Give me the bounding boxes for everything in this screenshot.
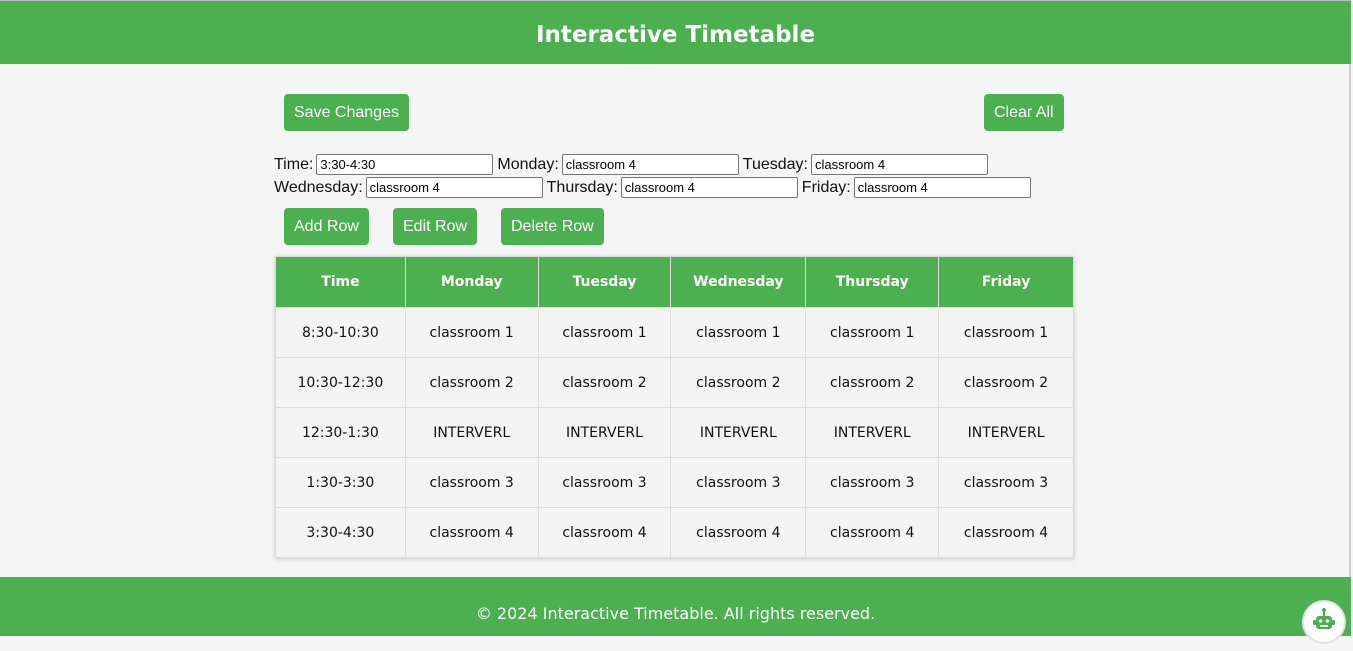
- wednesday-label: Wednesday:: [274, 179, 363, 196]
- table-cell: 8:30-10:30: [275, 307, 406, 358]
- tuesday-label: Tuesday:: [742, 156, 808, 173]
- time-input[interactable]: [316, 154, 494, 175]
- page-footer: © 2024 Interactive Timetable. All rights…: [0, 577, 1351, 636]
- time-label: Time:: [274, 156, 314, 173]
- entry-form-row-2: Wednesday: Thursday: Friday:: [274, 177, 1035, 198]
- table-cell: classroom 2: [938, 357, 1074, 408]
- monday-input[interactable]: [561, 154, 739, 175]
- table-cell: INTERVERL: [670, 407, 807, 458]
- wednesday-input[interactable]: [365, 177, 543, 198]
- column-header-wednesday: Wednesday: [670, 256, 807, 308]
- clear-all-button[interactable]: Clear All: [984, 94, 1064, 131]
- table-cell: classroom 1: [404, 307, 539, 358]
- tuesday-input[interactable]: [811, 154, 988, 175]
- friday-input[interactable]: [853, 177, 1031, 198]
- table-cell: INTERVERL: [938, 407, 1074, 458]
- table-cell: INTERVERL: [805, 407, 940, 458]
- table-cell: classroom 4: [938, 507, 1074, 558]
- table-cell: classroom 4: [404, 507, 539, 558]
- save-changes-button[interactable]: Save Changes: [284, 94, 409, 131]
- table-cell: classroom 2: [670, 357, 807, 408]
- table-cell: classroom 4: [805, 507, 940, 558]
- column-header-tuesday: Tuesday: [537, 256, 672, 308]
- table-cell: classroom 2: [404, 357, 539, 408]
- column-header-friday: Friday: [938, 256, 1074, 308]
- column-header-time: Time: [275, 256, 406, 308]
- thursday-label: Thursday:: [546, 179, 618, 196]
- table-cell: 12:30-1:30: [275, 407, 406, 458]
- table-row[interactable]: 8:30-10:30 classroom 1 classroom 1 classroo…: [275, 307, 1074, 358]
- table-cell: classroom 3: [404, 457, 539, 508]
- table-cell: classroom 1: [670, 307, 807, 358]
- table-cell: INTERVERL: [404, 407, 539, 458]
- table-cell: classroom 4: [537, 507, 672, 558]
- table-cell: classroom 3: [670, 457, 807, 508]
- page-title: Interactive Timetable: [535, 22, 816, 48]
- robot-assistant-icon[interactable]: [1302, 600, 1346, 644]
- page-header: Interactive Timetable: [0, 0, 1351, 64]
- table-row[interactable]: 10:30-12:30 classroom 2 classroom 2 classro…: [275, 357, 1074, 408]
- table-cell: classroom 1: [938, 307, 1074, 358]
- table-cell: classroom 2: [537, 357, 672, 408]
- table-cell: 3:30-4:30: [275, 507, 406, 558]
- friday-label: Friday:: [801, 179, 851, 196]
- robot-icon-graphic: [1313, 608, 1335, 629]
- table-row[interactable]: 12:30-1:30 INTERVERL INTERVERL INTERVERL INT…: [275, 407, 1074, 458]
- table-cell: INTERVERL: [537, 407, 672, 458]
- table-row[interactable]: 3:30-4:30 classroom 4 classroom 4 classroom…: [275, 507, 1074, 558]
- delete-row-button[interactable]: Delete Row: [501, 208, 604, 245]
- column-header-monday: Monday: [404, 256, 539, 308]
- timetable: Time Monday Tuesday Wednesday Thursday F…: [275, 256, 1074, 558]
- table-cell: classroom 3: [537, 457, 672, 508]
- monday-label: Monday:: [497, 156, 559, 173]
- footer-copyright: © 2024 Interactive Timetable. All rights…: [475, 604, 876, 623]
- add-row-button[interactable]: Add Row: [284, 208, 369, 245]
- entry-form-row-1: Time: Monday: Tuesday:: [274, 154, 992, 175]
- table-cell: classroom 2: [805, 357, 940, 408]
- table-cell: classroom 4: [670, 507, 807, 558]
- table-row[interactable]: 1:30-3:30 classroom 3 classroom 3 classroom…: [275, 457, 1074, 508]
- table-cell: 1:30-3:30: [275, 457, 406, 508]
- table-cell: classroom 1: [805, 307, 940, 358]
- table-cell: classroom 1: [537, 307, 672, 358]
- thursday-input[interactable]: [620, 177, 798, 198]
- table-cell: 10:30-12:30: [275, 357, 406, 408]
- table-header-row: Time Monday Tuesday Wednesday Thursday F…: [275, 256, 1074, 308]
- table-cell: classroom 3: [938, 457, 1074, 508]
- edit-row-button[interactable]: Edit Row: [393, 208, 478, 245]
- table-cell: classroom 3: [805, 457, 940, 508]
- column-header-thursday: Thursday: [805, 256, 940, 308]
